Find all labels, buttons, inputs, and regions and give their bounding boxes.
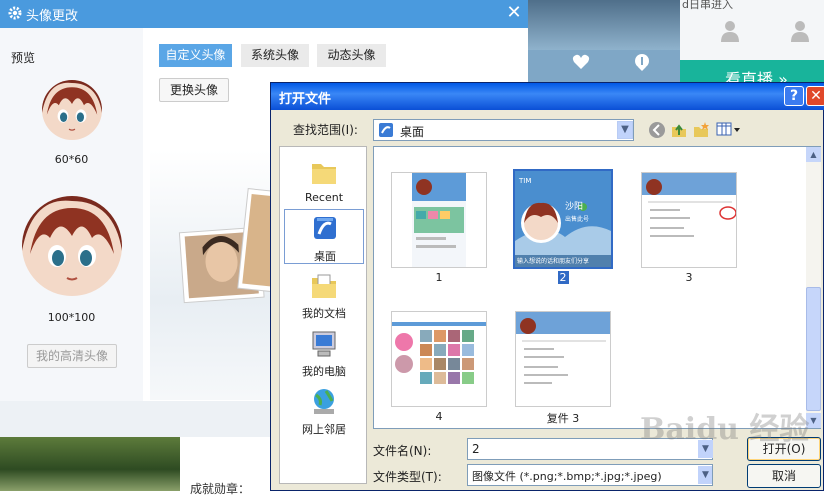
- avatar-preview-small: [42, 80, 102, 140]
- file-label: 4: [435, 410, 443, 423]
- recent-folder-icon: [312, 164, 336, 184]
- file-thumbnail-selected[interactable]: TIM 沙阳出售此号输入想说的话和朋友们分享: [513, 169, 613, 269]
- chevron-down-icon[interactable]: ▼: [617, 121, 633, 139]
- file-name-value: 2: [472, 442, 480, 456]
- file-label: 1: [435, 271, 443, 284]
- tab-dynamic-avatar[interactable]: 动态头像: [317, 44, 386, 67]
- view-menu-icon[interactable]: [716, 121, 742, 139]
- background-sky-image: [528, 0, 680, 50]
- user-icon: [791, 21, 809, 42]
- thumb-status-text: 出售此号: [565, 215, 589, 223]
- avatar-dialog-title: 头像更改: [26, 9, 79, 24]
- avatar-preview-large: [22, 196, 122, 296]
- chevron-down-icon[interactable]: ▼: [698, 466, 712, 484]
- new-folder-icon[interactable]: [692, 121, 710, 139]
- achievement-label: 成就勋章：: [190, 482, 251, 496]
- file-type-value: 图像文件 (*.png;*.bmp;*.jpg;*.jpeg): [472, 470, 662, 483]
- desktop-icon: [379, 123, 393, 137]
- small-size-label: 60*60: [54, 153, 89, 166]
- vertical-scrollbar[interactable]: ▲ ▼: [806, 147, 821, 428]
- file-list[interactable]: 1 TIM 沙阳出售此号输入想说的话和朋友们分享 2 3 4 复件 3 ▲ ▼: [373, 146, 821, 429]
- gear-icon: [8, 6, 22, 20]
- hd-avatar-button[interactable]: 我的高清头像: [27, 344, 117, 368]
- file-label-text: 2: [557, 271, 569, 284]
- place-desktop[interactable]: 桌面: [284, 209, 364, 264]
- cancel-button[interactable]: 取消: [747, 464, 821, 488]
- background-photo: [0, 437, 180, 491]
- tab-custom-avatar[interactable]: 自定义头像: [159, 44, 232, 67]
- thumb-header-text: TIM: [518, 177, 531, 185]
- help-button[interactable]: ?: [784, 86, 804, 106]
- scroll-up-icon[interactable]: ▲: [806, 147, 821, 162]
- thumb-prompt-text: 输入想说的话和朋友们分享: [517, 257, 589, 265]
- file-thumbnail[interactable]: [641, 172, 737, 268]
- close-icon[interactable]: ✕: [505, 3, 523, 23]
- file-thumbnail[interactable]: [391, 311, 487, 407]
- up-folder-icon[interactable]: [670, 121, 688, 139]
- background-top-text: d日串进入: [682, 0, 733, 11]
- avatar-dialog-titlebar: 头像更改 ✕: [0, 0, 528, 28]
- place-label: 网上邻居: [302, 423, 346, 436]
- file-type-dropdown[interactable]: 图像文件 (*.png;*.bmp;*.jpg;*.jpeg) ▼: [467, 464, 713, 486]
- place-network[interactable]: 网上邻居: [284, 383, 364, 438]
- look-in-label: 查找范围(I):: [293, 123, 358, 137]
- my-computer-icon: [312, 331, 336, 357]
- file-type-label: 文件类型(T):: [373, 470, 442, 484]
- place-recent[interactable]: Recent: [284, 153, 364, 208]
- large-size-label: 100*100: [47, 311, 96, 324]
- file-thumbnail[interactable]: [391, 172, 487, 268]
- info-badge-icon: [635, 54, 649, 71]
- network-places-icon: [314, 389, 334, 414]
- places-bar: Recent 桌面 我的文档 我的电脑 网上邻居: [279, 146, 367, 484]
- tab-system-avatar[interactable]: 系统头像: [241, 44, 309, 67]
- scroll-thumb[interactable]: [806, 287, 821, 411]
- look-in-value: 桌面: [400, 125, 425, 139]
- file-name-label: 文件名(N):: [373, 444, 432, 458]
- thumb-name-text: 沙阳: [565, 201, 583, 212]
- user-icon: [721, 21, 739, 42]
- place-label: 桌面: [314, 250, 336, 263]
- close-button[interactable]: ✕: [806, 86, 824, 106]
- background-icon-bar: [528, 50, 680, 85]
- place-my-computer[interactable]: 我的电脑: [284, 325, 364, 380]
- file-dialog-title: 打开文件: [279, 92, 332, 107]
- photo-gallery-area: [150, 150, 289, 400]
- file-thumbnail[interactable]: [515, 311, 611, 407]
- place-label: 我的电脑: [302, 365, 346, 378]
- watermark: Baidu 经验: [640, 412, 810, 447]
- file-label: 3: [685, 271, 693, 284]
- back-icon[interactable]: [648, 121, 666, 139]
- heart-icon: [572, 54, 590, 69]
- look-in-dropdown[interactable]: 桌面 ▼: [373, 119, 634, 141]
- file-label: 复件 3: [546, 412, 580, 425]
- desktop-icon: [314, 217, 336, 239]
- file-label-selected: 2: [515, 271, 611, 284]
- change-avatar-button[interactable]: 更换头像: [159, 78, 229, 102]
- file-dialog-titlebar[interactable]: 打开文件 ? ✕: [271, 83, 824, 110]
- place-my-documents[interactable]: 我的文档: [284, 267, 364, 322]
- place-label: Recent: [304, 191, 344, 204]
- preview-label: 预览: [11, 51, 36, 65]
- my-documents-icon: [312, 274, 336, 298]
- place-label: 我的文档: [302, 307, 346, 320]
